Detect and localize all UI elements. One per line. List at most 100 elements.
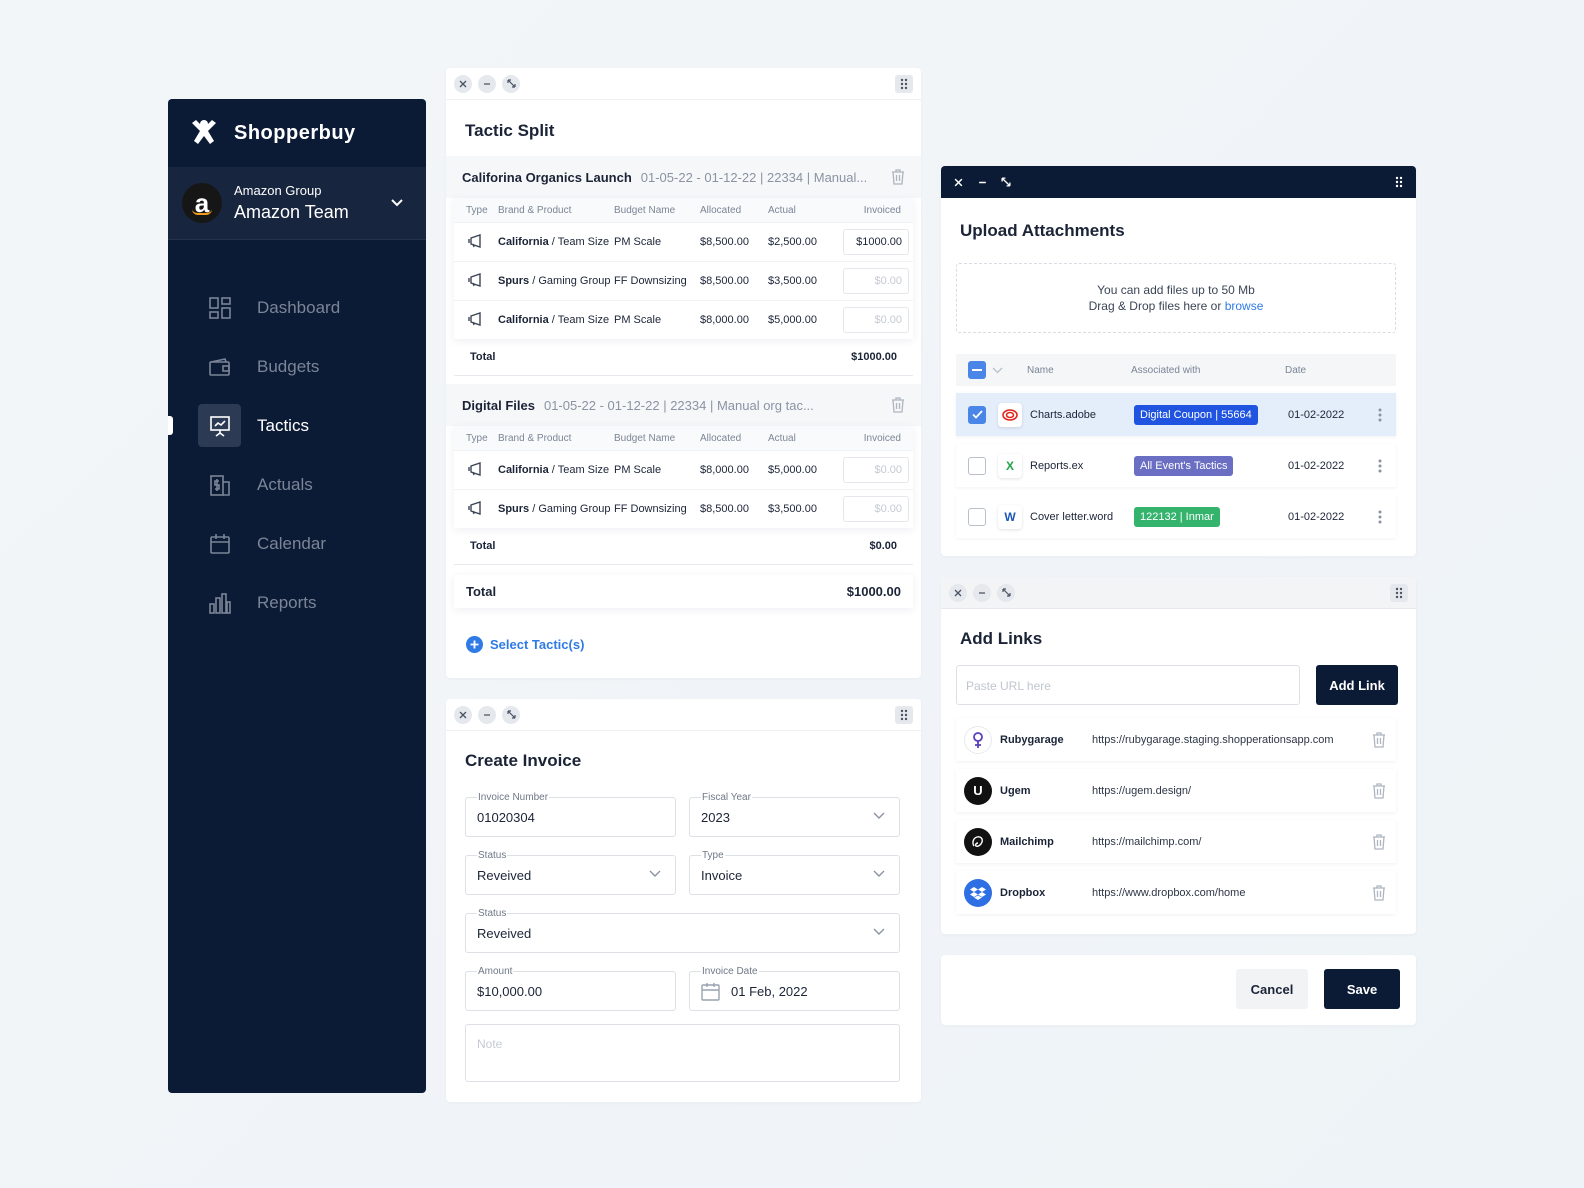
select-tactics-button[interactable]: Select Tactic(s) [446,636,921,653]
sidebar-item-tactics[interactable]: Tactics [168,396,426,455]
sidebar-item-dashboard[interactable]: Dashboard [168,278,426,337]
calendar-icon [701,983,720,1001]
table-header: Type Brand & Product Budget Name Allocat… [454,426,913,450]
excel-icon: X [998,453,1022,478]
invoiced-input[interactable]: $0.00 [843,496,909,522]
link-url[interactable]: https://mailchimp.com/ [1092,836,1372,848]
drag-handle-icon[interactable] [895,705,913,724]
link-row[interactable]: Rubygarage https://rubygarage.staging.sh… [956,718,1396,761]
attachment-row[interactable]: W Cover letter.word 122132 | Inmar 01-02… [956,495,1396,538]
ugem-logo-icon: U [964,776,992,805]
drag-handle-icon[interactable] [1390,173,1408,191]
row-checkbox[interactable] [968,405,986,424]
dropbox-logo-icon [964,878,992,907]
window-bar [941,577,1416,609]
minimize-icon[interactable] [478,705,496,724]
add-links-panel: Add Links Paste URL here Add Link Rubyga… [941,577,1416,934]
footer-actions: Cancel Save [941,955,1416,1025]
more-options-icon[interactable] [1378,510,1382,524]
link-row[interactable]: U Ugem https://ugem.design/ [956,769,1396,812]
save-button[interactable]: Save [1324,969,1400,1009]
plus-circle-icon [466,636,483,653]
chevron-down-icon[interactable] [390,198,404,208]
select-all-checkbox[interactable] [968,361,986,379]
minimize-icon[interactable] [973,583,991,602]
megaphone-icon [454,461,494,479]
trash-icon[interactable] [891,397,905,413]
drag-handle-icon[interactable] [1390,583,1408,602]
more-options-icon[interactable] [1378,459,1382,473]
trash-icon[interactable] [891,169,905,185]
close-icon[interactable] [949,583,967,602]
sidebar-item-budgets[interactable]: Budgets [168,337,426,396]
status-select-full[interactable]: Status Reveived [465,908,900,953]
more-options-icon[interactable] [1378,408,1382,422]
sidebar-item-reports[interactable]: Reports [168,573,426,632]
table-row: California / Team Size PM Scale $8,500.0… [454,222,913,261]
invoiced-input[interactable]: $0.00 [843,268,909,294]
invoiced-input[interactable]: $0.00 [843,307,909,333]
tactic-split-panel: Tactic Split Califorina Organics Launch … [446,68,921,678]
invoice-number-field[interactable]: Invoice Number 01020304 [465,792,676,837]
word-icon: W [998,504,1022,529]
expand-icon[interactable] [997,583,1015,602]
calendar-icon [198,522,241,565]
expand-icon[interactable] [997,173,1015,191]
cancel-button[interactable]: Cancel [1236,969,1308,1009]
close-icon[interactable] [949,173,967,191]
chevron-down-icon[interactable] [992,367,1003,374]
link-row[interactable]: Mailchimp https://mailchimp.com/ [956,820,1396,863]
tactic-group-header: Digital Files 01-05-22 - 01-12-22 | 2233… [446,384,921,426]
invoiced-input[interactable]: $1000.00 [843,229,909,255]
invoice-date-field[interactable]: Invoice Date 01 Feb, 2022 [689,966,900,1011]
sidebar-item-calendar[interactable]: Calendar [168,514,426,573]
add-link-button[interactable]: Add Link [1316,665,1398,705]
bar-chart-icon [198,581,241,624]
expand-icon[interactable] [502,705,520,724]
receipt-dollar-icon [198,463,241,506]
mailchimp-logo-icon [964,827,992,856]
fiscal-year-select[interactable]: Fiscal Year 2023 [689,792,900,837]
type-select[interactable]: Type Invoice [689,850,900,895]
file-dropzone[interactable]: You can add files up to 50 Mb Drag & Dro… [956,263,1396,333]
row-checkbox[interactable] [968,456,986,475]
table-row: Spurs / Gaming Group FF Downsizing $8,50… [454,261,913,300]
amount-field[interactable]: Amount $10,000.00 [465,966,676,1011]
account-team: Amazon Team [234,202,349,222]
minimize-icon[interactable] [478,74,496,93]
table-header: Type Brand & Product Budget Name Allocat… [454,198,913,222]
megaphone-icon [454,311,494,329]
sidebar-item-actuals[interactable]: Actuals [168,455,426,514]
trash-icon[interactable] [1372,731,1386,748]
link-url[interactable]: https://rubygarage.staging.shopperations… [1092,734,1372,746]
create-invoice-panel: Create Invoice Invoice Number 01020304 F… [446,699,921,1102]
link-url[interactable]: https://www.dropbox.com/home [1092,887,1372,899]
account-switcher[interactable]: a Amazon Group Amazon Team [168,167,426,240]
row-checkbox[interactable] [968,507,986,526]
browse-link[interactable]: browse [1225,299,1264,313]
window-bar [446,699,921,731]
link-row[interactable]: Dropbox https://www.dropbox.com/home [956,871,1396,914]
url-input[interactable]: Paste URL here [956,665,1300,705]
trash-icon[interactable] [1372,833,1386,850]
close-icon[interactable] [454,705,472,724]
invoiced-input[interactable]: $0.00 [843,457,909,483]
attachment-row[interactable]: X Reports.ex All Event's Tactics 01-02-2… [956,444,1396,487]
close-icon[interactable] [454,74,472,93]
group-name: Califorina Organics Launch [462,169,632,185]
attachment-row[interactable]: Charts.adobe Digital Coupon | 55664 01-0… [956,393,1396,436]
account-group: Amazon Group [234,183,322,198]
status-select[interactable]: Status Reveived [465,850,676,895]
megaphone-icon [454,233,494,251]
link-url[interactable]: https://ugem.design/ [1092,785,1372,797]
trash-icon[interactable] [1372,884,1386,901]
drag-handle-icon[interactable] [895,74,913,93]
minimize-icon[interactable] [973,173,991,191]
window-bar [446,68,921,100]
trash-icon[interactable] [1372,782,1386,799]
note-textarea[interactable]: Note [465,1024,900,1082]
chevron-down-icon [873,928,885,935]
expand-icon[interactable] [502,74,520,93]
megaphone-icon [454,500,494,518]
rubygarage-logo-icon [964,725,992,754]
